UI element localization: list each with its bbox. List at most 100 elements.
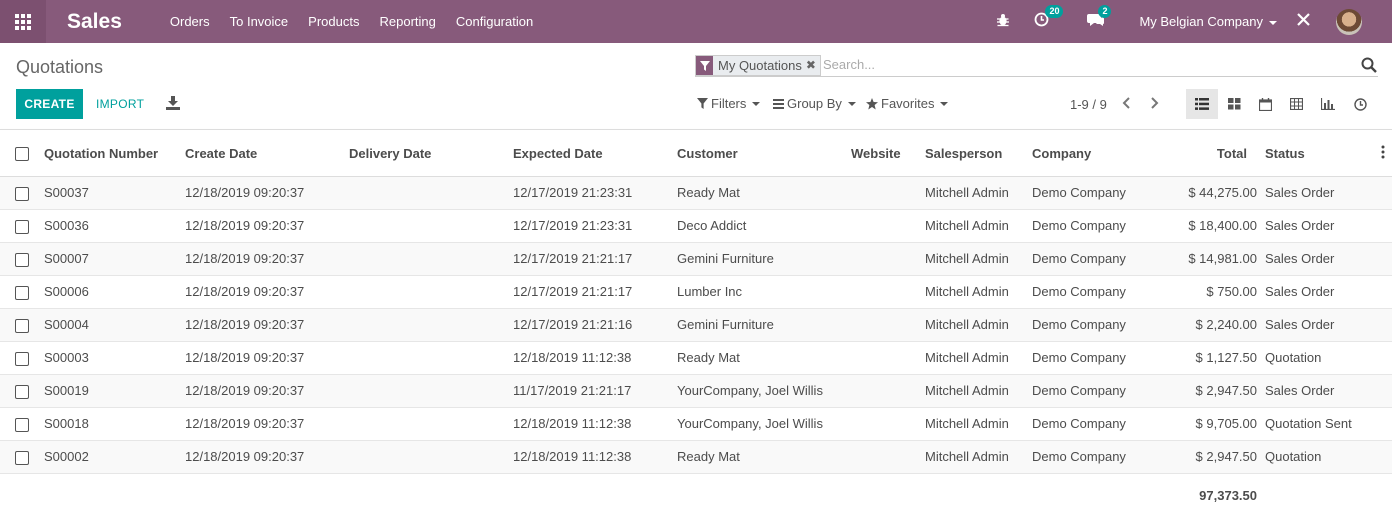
cell-expected-date: 12/17/2019 21:21:16 <box>513 317 633 332</box>
column-header-customer[interactable]: Customer <box>677 146 738 161</box>
cell-salesperson: Mitchell Admin <box>925 350 1009 365</box>
cell-total: $ 750.00 <box>1206 284 1257 299</box>
cell-total: $ 2,947.50 <box>1195 383 1257 398</box>
cell-customer: YourCompany, Joel Willis <box>677 383 823 398</box>
filter-funnel-icon <box>697 98 708 109</box>
filters-dropdown[interactable]: Filters <box>697 96 761 111</box>
row-checkbox[interactable] <box>15 253 29 267</box>
activity-view-button[interactable] <box>1344 89 1376 119</box>
table-row[interactable]: S00003 12/18/2019 09:20:37 12/18/2019 11:1… <box>0 342 1392 375</box>
cell-total: $ 2,240.00 <box>1195 317 1257 332</box>
cell-number: S00019 <box>44 383 89 398</box>
search-input[interactable] <box>823 57 1323 72</box>
calendar-view-button[interactable] <box>1249 89 1281 119</box>
row-checkbox[interactable] <box>15 385 29 399</box>
table-row[interactable]: S00037 12/18/2019 09:20:37 12/17/2019 21:2… <box>0 177 1392 210</box>
create-button[interactable]: CREATE <box>16 89 83 119</box>
menu-item-to-invoice[interactable]: To Invoice <box>230 14 289 29</box>
bar-chart-icon <box>1321 98 1335 110</box>
cell-salesperson: Mitchell Admin <box>925 218 1009 233</box>
pager-value[interactable]: 1-9 / 9 <box>1070 97 1107 112</box>
row-checkbox[interactable] <box>15 187 29 201</box>
close-tools-icon[interactable] <box>1297 13 1310 30</box>
column-header-total[interactable]: Total <box>1100 146 1247 161</box>
favorites-dropdown[interactable]: Favorites <box>866 96 949 111</box>
cell-expected-date: 12/18/2019 11:12:38 <box>513 350 632 365</box>
column-header-company[interactable]: Company <box>1032 146 1091 161</box>
cell-number: S00018 <box>44 416 89 431</box>
search-icon[interactable] <box>1361 57 1377 76</box>
cell-expected-date: 12/18/2019 11:12:38 <box>513 449 632 464</box>
chevron-left-icon[interactable] <box>1121 96 1133 113</box>
table-row[interactable]: S00019 12/18/2019 09:20:37 11/17/2019 21:2… <box>0 375 1392 408</box>
apps-grid-icon <box>15 13 31 30</box>
table-row[interactable]: S00018 12/18/2019 09:20:37 12/18/2019 11:1… <box>0 408 1392 441</box>
row-checkbox[interactable] <box>15 286 29 300</box>
kanban-view-button[interactable] <box>1218 89 1250 119</box>
cell-number: S00004 <box>44 317 89 332</box>
activity-clock-icon[interactable]: 20 <box>1034 5 1064 31</box>
column-header-delivery-date[interactable]: Delivery Date <box>349 146 431 161</box>
facet-remove-icon[interactable]: ✖ <box>805 56 820 75</box>
app-menu-button[interactable] <box>0 0 46 43</box>
chevron-right-icon[interactable] <box>1148 96 1160 113</box>
cell-create-date: 12/18/2019 09:20:37 <box>185 449 305 464</box>
select-all-checkbox[interactable] <box>15 147 29 161</box>
activity-count-badge: 20 <box>1045 5 1064 18</box>
import-button[interactable]: IMPORT <box>96 89 144 119</box>
column-header-create-date[interactable]: Create Date <box>185 146 257 161</box>
cell-number: S00002 <box>44 449 89 464</box>
table-row[interactable]: S00004 12/18/2019 09:20:37 12/17/2019 21:2… <box>0 309 1392 342</box>
table-header: Quotation Number Create Date Delivery Da… <box>0 129 1392 177</box>
filters-label: Filters <box>711 96 747 111</box>
cell-expected-date: 11/17/2019 21:21:17 <box>513 383 632 398</box>
column-header-number[interactable]: Quotation Number <box>44 146 158 161</box>
cell-status: Quotation <box>1265 449 1322 464</box>
row-checkbox[interactable] <box>15 451 29 465</box>
table-row[interactable]: S00036 12/18/2019 09:20:37 12/17/2019 21:2… <box>0 210 1392 243</box>
menu-item-products[interactable]: Products <box>308 14 359 29</box>
cell-expected-date: 12/17/2019 21:21:17 <box>513 284 633 299</box>
cell-customer: YourCompany, Joel Willis <box>677 416 823 431</box>
groupby-dropdown[interactable]: Group By <box>773 96 856 111</box>
app-brand[interactable]: Sales <box>67 10 122 34</box>
column-header-expected-date[interactable]: Expected Date <box>513 146 603 161</box>
cell-create-date: 12/18/2019 09:20:37 <box>185 284 305 299</box>
search-bar: My Quotations ✖ <box>695 54 1378 77</box>
column-options-icon[interactable] <box>1381 145 1385 162</box>
table-row[interactable]: S00002 12/18/2019 09:20:37 12/18/2019 11:1… <box>0 441 1392 474</box>
table-row[interactable]: S00006 12/18/2019 09:20:37 12/17/2019 21:2… <box>0 276 1392 309</box>
messages-chat-icon[interactable]: 2 <box>1087 5 1112 31</box>
favorites-label: Favorites <box>881 96 935 111</box>
cell-status: Sales Order <box>1265 251 1335 266</box>
user-avatar[interactable] <box>1336 8 1362 35</box>
column-header-website[interactable]: Website <box>851 146 901 161</box>
kanban-view-icon <box>1227 98 1240 110</box>
menu-item-orders[interactable]: Orders <box>170 14 210 29</box>
list-view-button[interactable] <box>1186 89 1218 119</box>
filter-funnel-icon <box>696 56 713 75</box>
chevron-down-icon <box>940 101 949 106</box>
cell-number: S00037 <box>44 185 89 200</box>
row-checkbox[interactable] <box>15 319 29 333</box>
cell-customer: Ready Mat <box>677 449 740 464</box>
list-view-icon <box>1195 98 1209 110</box>
table-row[interactable]: S00007 12/18/2019 09:20:37 12/17/2019 21:2… <box>0 243 1392 276</box>
row-checkbox[interactable] <box>15 220 29 234</box>
cell-total: $ 2,947.50 <box>1195 449 1257 464</box>
menu-item-configuration[interactable]: Configuration <box>456 14 533 29</box>
pivot-view-button[interactable] <box>1280 89 1312 119</box>
row-checkbox[interactable] <box>15 352 29 366</box>
debug-bug-icon[interactable] <box>996 13 1010 31</box>
cell-status: Sales Order <box>1265 383 1335 398</box>
graph-view-button[interactable] <box>1312 89 1344 119</box>
column-header-salesperson[interactable]: Salesperson <box>925 146 1002 161</box>
cell-customer: Gemini Furniture <box>677 317 774 332</box>
download-icon[interactable] <box>166 96 180 113</box>
column-header-status[interactable]: Status <box>1265 146 1305 161</box>
company-switcher[interactable]: My Belgian Company <box>1139 14 1277 29</box>
row-checkbox[interactable] <box>15 418 29 432</box>
cell-salesperson: Mitchell Admin <box>925 251 1009 266</box>
cell-create-date: 12/18/2019 09:20:37 <box>185 185 305 200</box>
menu-item-reporting[interactable]: Reporting <box>379 14 435 29</box>
